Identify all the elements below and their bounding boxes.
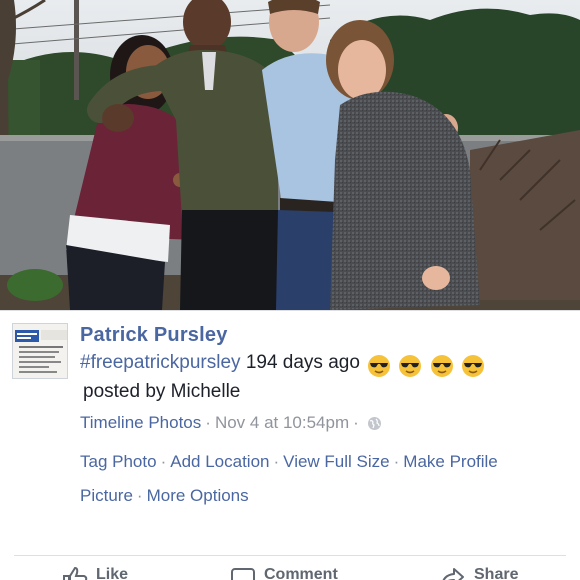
- author-avatar[interactable]: [12, 323, 68, 379]
- action-bar: Like Comment Share: [0, 566, 580, 580]
- share-arrow-icon: [440, 566, 466, 580]
- emoji-group: [365, 353, 485, 379]
- comment-button[interactable]: Comment: [230, 566, 338, 580]
- photo-post-card: Patrick Pursley #freepatrickpursley 194 …: [0, 310, 580, 580]
- share-label: Share: [474, 566, 519, 580]
- photo-actions: Tag Photo · Add Location · View Full Size · Ma…: [80, 445, 550, 513]
- post-message-line2: posted by Michelle: [83, 381, 241, 402]
- like-label: Like: [96, 566, 129, 580]
- like-button[interactable]: Like: [62, 566, 128, 580]
- sunglasses-emoji-icon: [461, 354, 485, 378]
- sunglasses-emoji-icon: [367, 354, 391, 378]
- post-date[interactable]: Nov 4 at 10:54pm: [215, 413, 349, 433]
- share-button[interactable]: Share: [440, 566, 518, 580]
- post-message: #freepatrickpursley 194 days ago posted …: [80, 350, 550, 405]
- more-options-link[interactable]: More Options: [147, 486, 249, 505]
- sunglasses-emoji-icon: [398, 354, 422, 378]
- sunglasses-emoji-icon: [430, 354, 454, 378]
- comment-label: Comment: [264, 566, 338, 580]
- album-link[interactable]: Timeline Photos: [80, 413, 201, 433]
- action-separator: ·: [393, 452, 400, 471]
- tag-photo-link[interactable]: Tag Photo: [80, 452, 157, 471]
- post-meta: Timeline Photos · Nov 4 at 10:54pm ·: [80, 413, 382, 433]
- add-location-link[interactable]: Add Location: [170, 452, 269, 471]
- action-bar-divider: [14, 555, 566, 556]
- meta-separator: ·: [353, 413, 359, 432]
- thumbs-up-icon: [62, 566, 88, 580]
- hashtag-link[interactable]: #freepatrickpursley: [80, 352, 241, 373]
- comment-bubble-icon: [230, 566, 256, 580]
- view-full-size-link[interactable]: View Full Size: [283, 452, 389, 471]
- action-separator: ·: [273, 452, 280, 471]
- action-separator: ·: [160, 452, 167, 471]
- post-photo[interactable]: [0, 0, 580, 310]
- post-author-name[interactable]: Patrick Pursley: [80, 324, 228, 347]
- globe-icon[interactable]: [367, 416, 382, 431]
- meta-separator: ·: [205, 413, 211, 432]
- post-message-text: 194 days ago: [245, 352, 360, 373]
- action-separator: ·: [136, 486, 143, 505]
